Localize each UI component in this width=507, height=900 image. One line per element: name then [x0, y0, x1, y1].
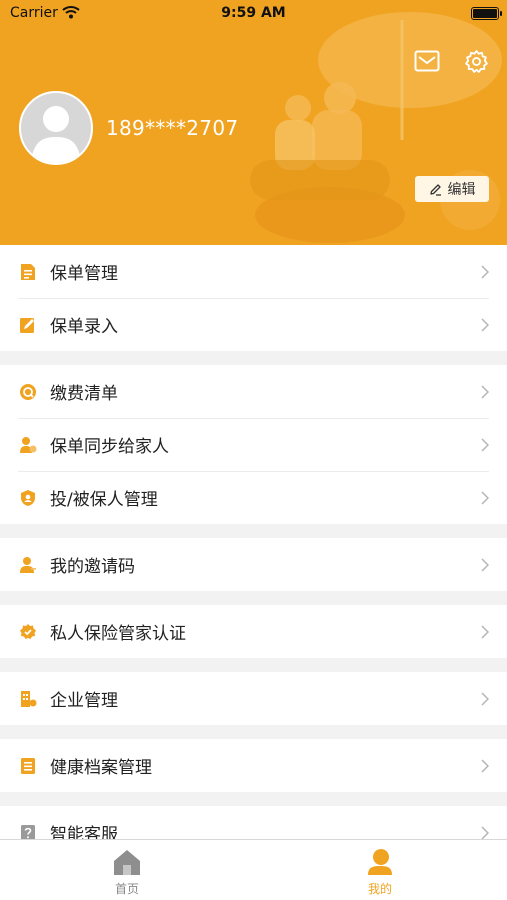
- pencil-icon: [429, 183, 441, 196]
- menu-item-label: 保单录入: [50, 317, 118, 337]
- user-icon: [368, 849, 392, 875]
- menu-item-sync-to-family[interactable]: 保单同步给家人: [0, 418, 507, 471]
- edit-label: 编辑: [447, 182, 476, 198]
- shield-user-icon: [21, 490, 35, 506]
- profile-header: Carrier 9:59 AM 189****2707 编辑: [0, 0, 507, 245]
- menu-item-butler-certification[interactable]: 私人保险管家认证: [0, 605, 507, 658]
- avatar[interactable]: [19, 91, 93, 165]
- health-record-icon: [21, 758, 35, 774]
- tab-home-label: 首页: [114, 882, 139, 896]
- tab-bar: 首页 我的: [0, 839, 507, 900]
- menu-group: 企业管理: [0, 672, 507, 725]
- verified-badge-icon: [20, 624, 36, 639]
- tab-home[interactable]: 首页: [87, 848, 167, 897]
- battery-icon: [471, 7, 502, 20]
- status-bar: Carrier 9:59 AM: [0, 0, 507, 28]
- mail-icon[interactable]: [414, 50, 440, 72]
- menu-list: 保单管理 保单录入 缴费清单 保单同步给家人 投/被保人管理 我的邀请码 私人保…: [0, 245, 507, 873]
- menu-item-policy-entry[interactable]: 保单录入: [0, 298, 507, 351]
- gear-icon[interactable]: [464, 49, 489, 74]
- edit-profile-button[interactable]: 编辑: [415, 176, 489, 202]
- invite-user-icon: [20, 557, 36, 573]
- menu-group: 健康档案管理: [0, 739, 507, 792]
- chevron-right-icon: [481, 759, 489, 773]
- menu-item-label: 投/被保人管理: [50, 490, 158, 510]
- enterprise-icon: [21, 691, 37, 707]
- menu-group: 缴费清单 保单同步给家人 投/被保人管理: [0, 365, 507, 524]
- menu-item-enterprise-management[interactable]: 企业管理: [0, 672, 507, 725]
- status-time: 9:59 AM: [221, 5, 286, 21]
- menu-item-label: 我的邀请码: [50, 557, 135, 577]
- edit-document-icon: [20, 318, 34, 333]
- tab-mine[interactable]: 我的: [340, 848, 420, 897]
- chevron-right-icon: [481, 438, 489, 452]
- menu-item-label: 健康档案管理: [50, 758, 152, 778]
- chevron-right-icon: [481, 692, 489, 706]
- home-icon: [114, 850, 140, 875]
- menu-item-label: 保单管理: [50, 264, 118, 284]
- chevron-right-icon: [481, 385, 489, 399]
- menu-item-invite-code[interactable]: 我的邀请码: [0, 538, 507, 591]
- menu-item-health-records[interactable]: 健康档案管理: [0, 739, 507, 792]
- user-phone: 189****2707: [106, 116, 239, 140]
- chevron-right-icon: [481, 625, 489, 639]
- menu-group: 保单管理 保单录入: [0, 245, 507, 351]
- menu-item-insured-management[interactable]: 投/被保人管理: [0, 471, 507, 524]
- menu-item-label: 缴费清单: [50, 384, 118, 404]
- chevron-right-icon: [481, 265, 489, 279]
- menu-item-policy-management[interactable]: 保单管理: [0, 245, 507, 298]
- family-sync-icon: [20, 437, 37, 453]
- menu-item-payment-list[interactable]: 缴费清单: [0, 365, 507, 418]
- menu-item-label: 私人保险管家认证: [50, 624, 186, 644]
- menu-item-label: 企业管理: [50, 691, 118, 711]
- document-icon: [21, 264, 35, 280]
- chevron-right-icon: [481, 826, 489, 840]
- tab-mine-label: 我的: [367, 882, 392, 896]
- menu-group: 私人保险管家认证: [0, 605, 507, 658]
- default-user-icon: [31, 106, 81, 163]
- menu-group: 我的邀请码: [0, 538, 507, 591]
- chevron-right-icon: [481, 491, 489, 505]
- menu-item-label: 保单同步给家人: [50, 437, 169, 457]
- chevron-right-icon: [481, 318, 489, 332]
- chevron-right-icon: [481, 558, 489, 572]
- coin-icon: [20, 384, 36, 400]
